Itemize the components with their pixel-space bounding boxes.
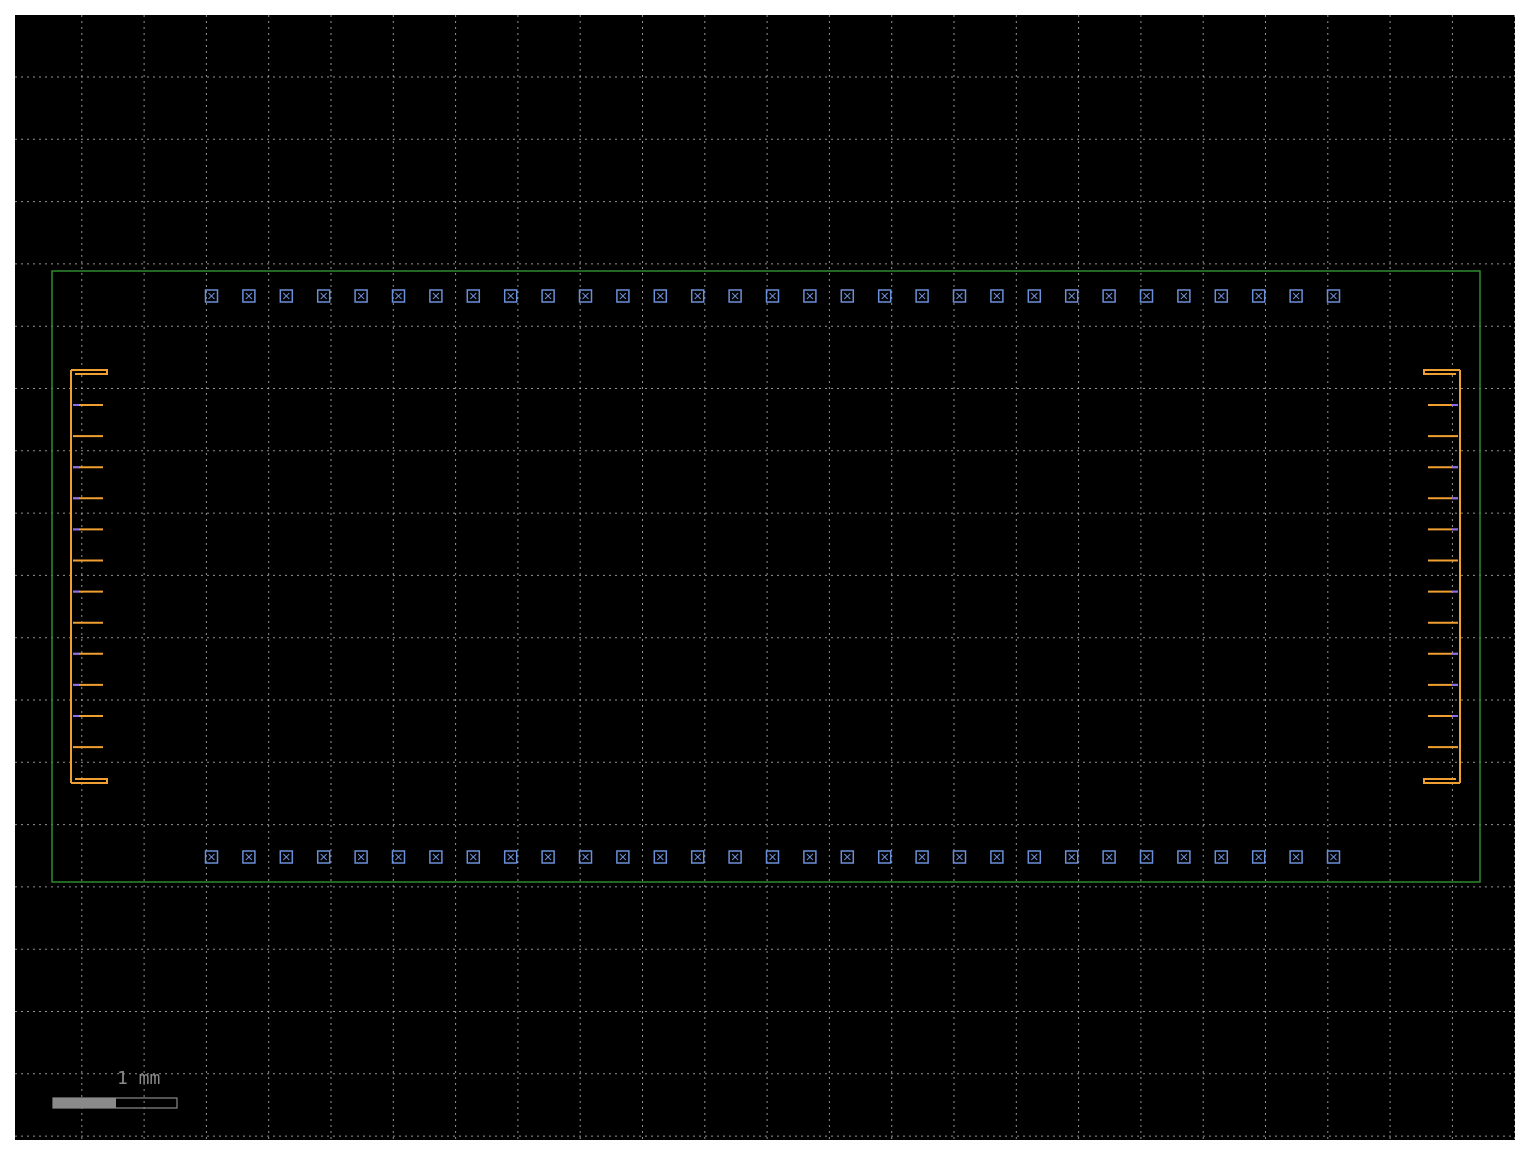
scale-bar-filled [53,1098,116,1108]
scale-bar-label: 1 mm [117,1068,160,1089]
layout-viewport[interactable]: 1 mm [15,15,1515,1140]
layout-canvas[interactable]: 1 mm [15,15,1515,1140]
canvas-background [15,15,1515,1140]
